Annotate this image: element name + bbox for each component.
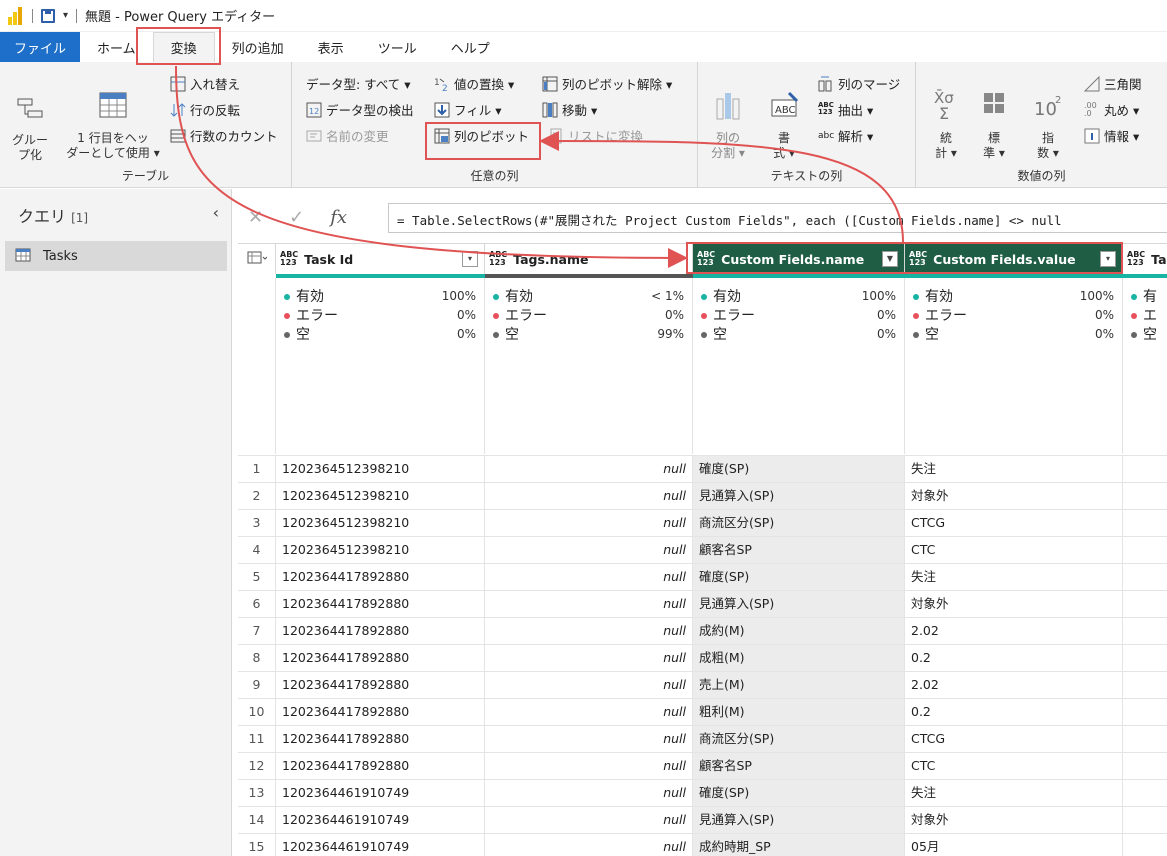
annotation-arrows	[175, 65, 904, 268]
